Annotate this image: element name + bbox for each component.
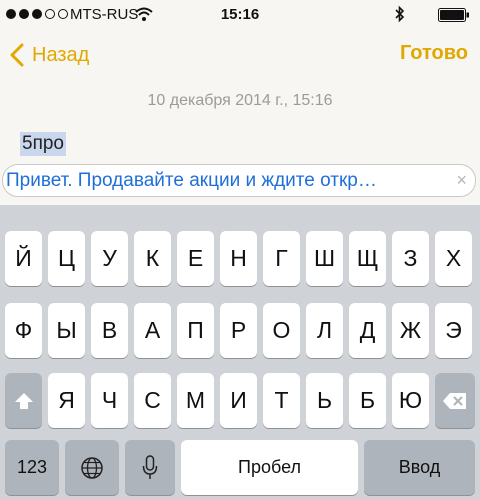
globe-icon [81,456,103,479]
numbers-key-label: 123 [16,457,48,477]
key-letter[interactable]: О [263,303,300,358]
key-letter[interactable]: Щ [349,231,386,286]
key-letter[interactable]: Ш [306,231,343,286]
key-letter[interactable]: Э [435,303,472,358]
keyboard: Й Ц У К Е Н Г Ш Щ З Х Ф Ы В А П Р О Л Д … [0,205,480,499]
key-letter[interactable]: И [220,373,257,428]
back-label: Назад [32,43,90,66]
backspace-icon [443,392,466,409]
key-letter[interactable]: Р [220,303,257,358]
bluetooth-icon [395,5,405,27]
key-letter[interactable]: Ы [48,303,85,358]
shift-key[interactable] [5,373,42,428]
note-text[interactable]: 5про [20,132,66,156]
key-letter[interactable]: Ц [48,231,85,286]
key-letter[interactable]: З [392,231,429,286]
key-letter[interactable]: Х [435,231,472,286]
globe-key[interactable] [65,440,119,495]
battery-icon [438,8,470,26]
key-letter[interactable]: Е [177,231,214,286]
return-key[interactable]: Ввод [364,440,475,495]
key-letter[interactable]: Б [349,373,386,428]
close-icon[interactable]: × [456,170,467,191]
key-letter[interactable]: В [91,303,128,358]
note-date: 10 декабря 2014 г., 15:16 [147,92,333,109]
numbers-key[interactable]: 123 [5,440,59,495]
back-button[interactable]: Назад [10,38,89,72]
autocorrect-text[interactable]: Привет. Продавайте акции и ждите откр… [6,170,450,192]
key-letter[interactable]: С [134,373,171,428]
dictation-key[interactable] [125,440,175,495]
key-letter[interactable]: П [177,303,214,358]
key-letter[interactable]: Т [263,373,300,428]
autocorrect-suggestion[interactable]: Привет. Продавайте акции и ждите откр… × [2,164,476,197]
key-letter[interactable]: Ч [91,373,128,428]
key-letter[interactable]: Л [306,303,343,358]
key-letter[interactable]: Д [349,303,386,358]
key-letter[interactable]: Я [48,373,85,428]
key-letter[interactable]: Й [5,231,42,286]
backspace-key[interactable] [435,373,475,428]
done-button[interactable]: Готово [400,42,468,65]
space-key[interactable]: Пробел [181,440,358,495]
microphone-icon [142,454,158,479]
key-letter[interactable]: К [134,231,171,286]
status-bar: MTS-RUS 15:16 [0,0,480,30]
key-letter[interactable]: У [91,231,128,286]
status-time: 15:16 [220,6,260,23]
key-letter[interactable]: Г [263,231,300,286]
space-key-label: Пробел [238,457,301,477]
key-letter[interactable]: А [134,303,171,358]
key-letter[interactable]: Ж [392,303,429,358]
key-letter[interactable]: Ю [392,373,429,428]
return-key-label: Ввод [398,457,441,477]
key-letter[interactable]: Ф [5,303,42,358]
shift-icon [14,392,33,409]
key-letter[interactable]: М [177,373,214,428]
key-letter[interactable]: Н [220,231,257,286]
key-letter[interactable]: Ь [306,373,343,428]
chevron-left-icon [10,43,24,67]
